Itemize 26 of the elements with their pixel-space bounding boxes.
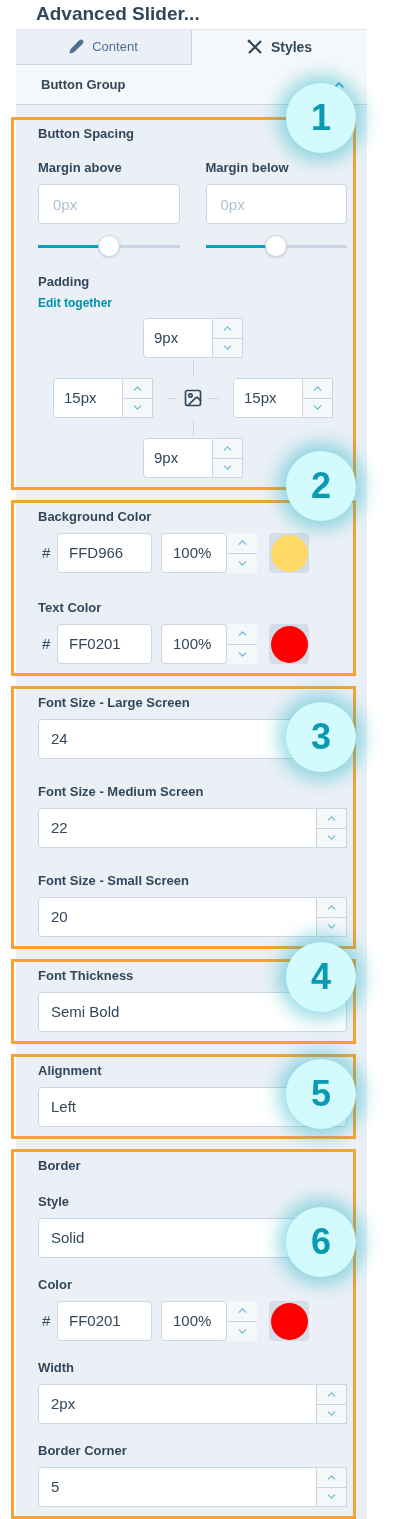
- field-label: Border Corner: [38, 1442, 127, 1460]
- step-number-tooltip: 2: [286, 451, 356, 521]
- panel-header: Advanced Slider...: [16, 0, 367, 30]
- field-label: Width: [38, 1359, 74, 1377]
- step-number-tooltip: 1: [286, 83, 356, 153]
- hash-prefix: #: [41, 1310, 52, 1331]
- field-label: Text Color: [38, 599, 102, 617]
- field-label: Style: [38, 1193, 70, 1211]
- step-number-tooltip: 5: [286, 1059, 356, 1129]
- hash-prefix: #: [41, 633, 52, 654]
- field-label: Color: [38, 1276, 72, 1294]
- field-label: Background Color: [38, 508, 152, 526]
- field-label: Margin below: [205, 159, 289, 177]
- step-number-tooltip: 6: [286, 1207, 356, 1277]
- field-label: Alignment: [38, 1062, 102, 1080]
- field-label: Font Size - Medium Screen: [38, 783, 204, 801]
- field-label: Font Size - Large Screen: [38, 694, 190, 712]
- field-label: Margin above: [38, 159, 122, 177]
- field-label: Font Size - Small Screen: [38, 872, 189, 890]
- section-heading: Button Spacing: [38, 125, 136, 143]
- field-label: Padding: [38, 273, 91, 291]
- hash-prefix: #: [41, 542, 52, 563]
- section-heading: Border: [38, 1157, 82, 1175]
- field-label: Font Thickness: [38, 967, 134, 985]
- step-number-tooltip: 4: [286, 942, 356, 1012]
- step-number-tooltip: 3: [286, 702, 356, 772]
